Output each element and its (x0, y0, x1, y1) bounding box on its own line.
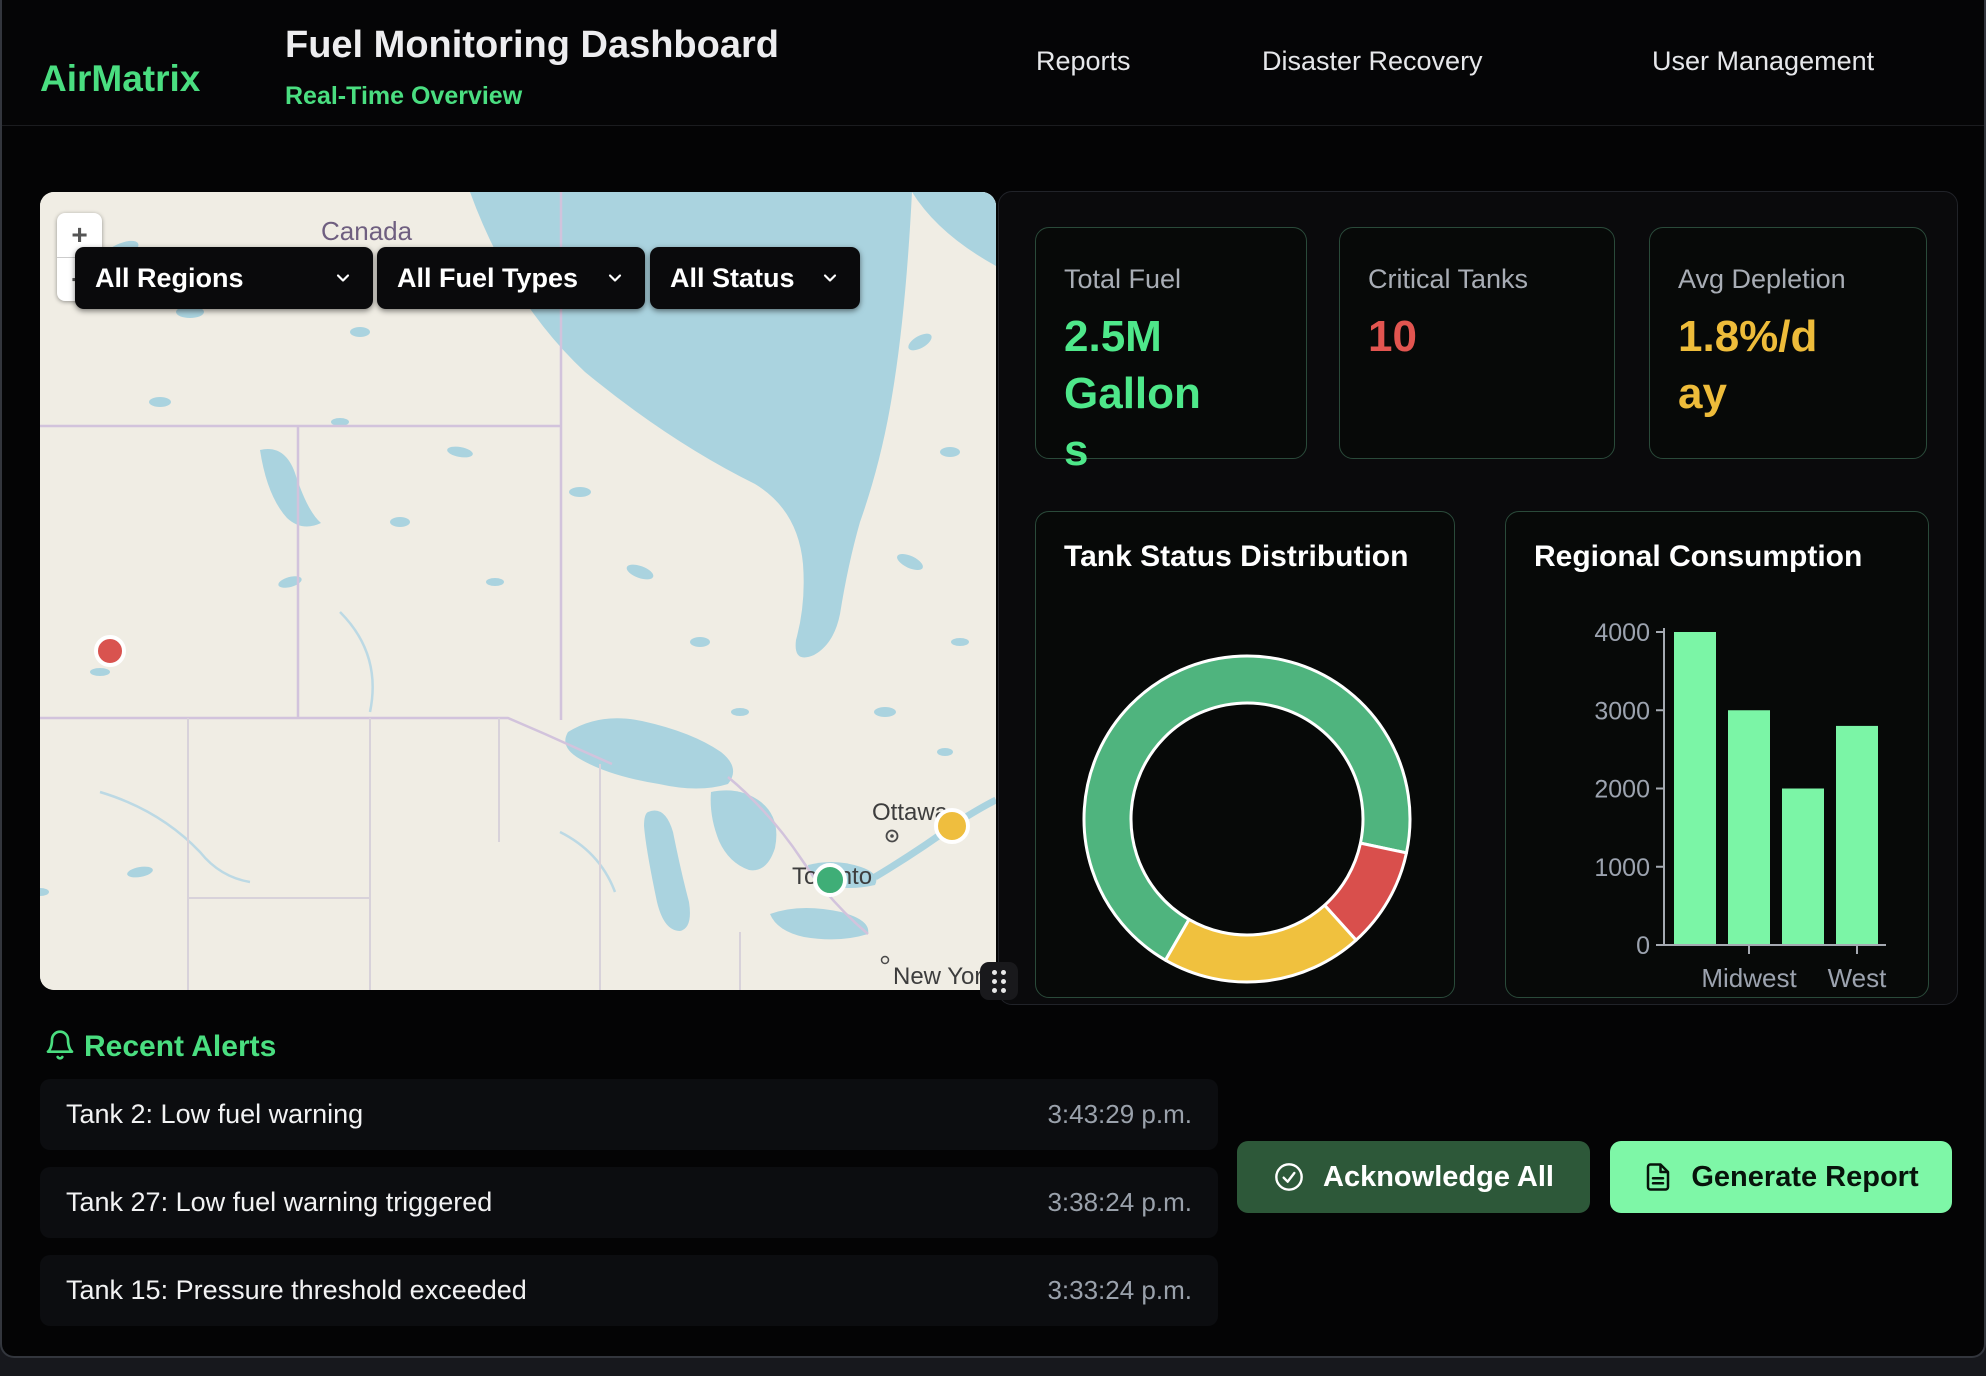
bell-icon (44, 1028, 76, 1062)
app-window: AirMatrix Fuel Monitoring Dashboard Real… (0, 0, 1986, 1358)
page-subtitle: Real-Time Overview (285, 82, 522, 111)
alert-timestamp: 3:43:29 p.m. (1047, 1099, 1192, 1130)
donut-segment (1166, 905, 1357, 982)
stat-label: Avg Depletion (1678, 264, 1846, 295)
stat-card-total-fuel: Total Fuel 2.5M Gallons (1035, 227, 1307, 459)
y-axis-tick-label: 1000 (1594, 854, 1650, 882)
y-axis-tick-label: 0 (1636, 932, 1650, 960)
stat-card-critical-tanks: Critical Tanks 10 (1339, 227, 1615, 459)
nav-user-management[interactable]: User Management (1652, 46, 1874, 77)
overview-panel: Total Fuel 2.5M Gallons Critical Tanks 1… (998, 191, 1958, 1005)
x-axis-tick-label: West (1828, 963, 1888, 993)
bar (1728, 710, 1770, 944)
page-title: Fuel Monitoring Dashboard (285, 24, 779, 67)
filter-fuel-types-select[interactable]: All Fuel Types (377, 247, 645, 309)
alert-text: Tank 27: Low fuel warning triggered (66, 1187, 492, 1218)
bar-chart: 0 1000 2000 3000 4000 Midwest West (1506, 512, 1929, 998)
y-axis-tick-label: 3000 (1594, 697, 1650, 725)
header: AirMatrix Fuel Monitoring Dashboard Real… (2, 0, 1984, 126)
stat-card-avg-depletion: Avg Depletion 1.8%/day (1649, 227, 1927, 459)
alert-timestamp: 3:38:24 p.m. (1047, 1187, 1192, 1218)
filter-status-select[interactable]: All Status (650, 247, 860, 309)
report-document-icon (1643, 1162, 1673, 1192)
check-circle-icon (1273, 1161, 1305, 1193)
tank-status-chart-card: Tank Status Distribution (1035, 511, 1455, 998)
bar (1782, 789, 1824, 945)
alert-text: Tank 15: Pressure threshold exceeded (66, 1275, 527, 1306)
stat-value-critical-tanks: 10 (1368, 308, 1417, 365)
alert-text: Tank 2: Low fuel warning (66, 1099, 363, 1130)
map-label-country: Canada (321, 216, 413, 246)
window-bottom-edge (0, 1358, 1986, 1376)
map-canvas[interactable]: Canada Ottawa Toronto New York + − All R… (40, 192, 996, 990)
y-axis-tick-label: 2000 (1594, 776, 1650, 804)
map-graphics: Canada Ottawa Toronto New York (40, 192, 996, 990)
chevron-down-icon (605, 268, 625, 288)
y-axis-tick-label: 4000 (1594, 619, 1650, 647)
map-drag-handle-icon[interactable] (980, 962, 1018, 1000)
nav-disaster-recovery[interactable]: Disaster Recovery (1262, 46, 1483, 77)
filter-status-value: All Status (670, 263, 795, 294)
nav-reports[interactable]: Reports (1036, 46, 1131, 77)
generate-report-label: Generate Report (1691, 1161, 1918, 1194)
stat-label: Total Fuel (1064, 264, 1181, 295)
stat-label: Critical Tanks (1368, 264, 1528, 295)
map-marker-normal[interactable] (815, 865, 845, 895)
map-marker-critical[interactable] (96, 637, 124, 665)
acknowledge-all-button[interactable]: Acknowledge All (1237, 1141, 1590, 1213)
chart-title: Regional Consumption (1534, 540, 1862, 574)
x-axis-tick-label: Midwest (1701, 963, 1797, 993)
brand-logo: AirMatrix (40, 58, 200, 100)
bar (1836, 726, 1878, 944)
alert-row: Tank 2: Low fuel warning 3:43:29 p.m. (40, 1079, 1218, 1150)
regional-consumption-chart-card: 0 1000 2000 3000 4000 Midwest West Regional Co… (1505, 511, 1929, 998)
stat-value-avg-depletion: 1.8%/day (1678, 308, 1828, 422)
stat-value-total-fuel: 2.5M Gallons (1064, 308, 1214, 480)
donut-chart (1036, 512, 1455, 998)
map-marker-warning[interactable] (936, 810, 968, 842)
alerts-section-title: Recent Alerts (84, 1030, 276, 1064)
filter-fuel-types-value: All Fuel Types (397, 263, 578, 294)
alert-timestamp: 3:33:24 p.m. (1047, 1275, 1192, 1306)
generate-report-button[interactable]: Generate Report (1610, 1141, 1952, 1213)
alert-row: Tank 27: Low fuel warning triggered 3:38… (40, 1167, 1218, 1238)
acknowledge-all-label: Acknowledge All (1323, 1161, 1554, 1194)
alert-row: Tank 15: Pressure threshold exceeded 3:3… (40, 1255, 1218, 1326)
chevron-down-icon (333, 268, 353, 288)
filter-regions-select[interactable]: All Regions (75, 247, 373, 309)
bar (1674, 632, 1716, 944)
chevron-down-icon (820, 268, 840, 288)
chart-title: Tank Status Distribution (1064, 540, 1408, 574)
filter-regions-value: All Regions (95, 263, 244, 294)
